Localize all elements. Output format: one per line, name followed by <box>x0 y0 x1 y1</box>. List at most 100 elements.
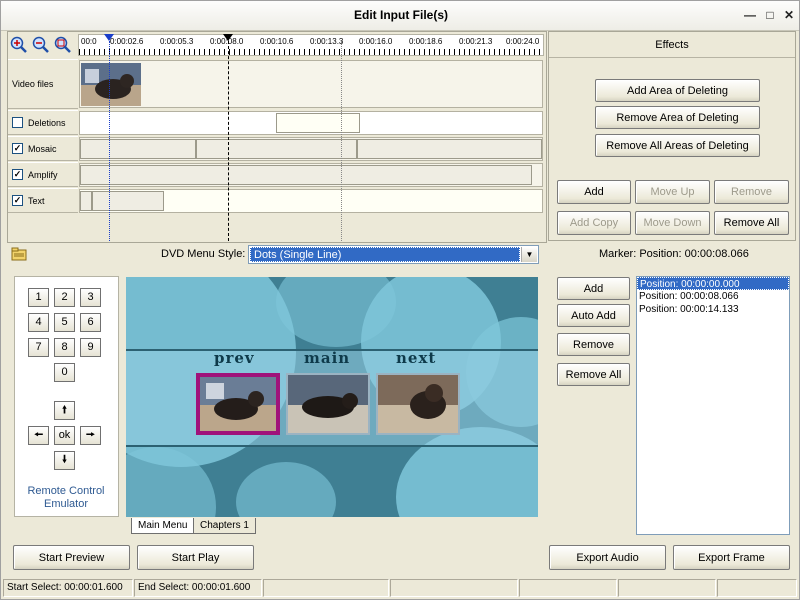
amplify-checkbox[interactable]: ✓ <box>12 169 23 180</box>
tab-chapters-1[interactable]: Chapters 1 <box>193 518 256 534</box>
minimize-icon[interactable]: — <box>743 8 757 22</box>
text-segment[interactable] <box>92 191 164 211</box>
edit-input-window: Edit Input File(s) — □ ✕ 00:0 0:00:02.6 … <box>0 0 800 600</box>
effect-add-button[interactable]: Add <box>557 180 631 204</box>
track-label-text: Text <box>28 195 45 206</box>
dvd-menu-style-value: Dots (Single Line) <box>250 247 520 262</box>
dvd-menu-style-select[interactable]: Dots (Single Line) ▼ <box>248 245 539 264</box>
marker-auto-add-button[interactable]: Auto Add <box>557 304 630 327</box>
status-panel <box>390 579 518 597</box>
track-label-mosaic: ✓ Mosaic <box>8 136 78 161</box>
remote-key-9[interactable]: 9 <box>80 338 101 357</box>
marker-list-item[interactable]: Position: 00:00:08.066 <box>637 290 789 303</box>
menu-prev-button[interactable]: prev <box>214 349 255 367</box>
marker-list[interactable]: Position: 00:00:00.000 Position: 00:00:0… <box>636 276 790 535</box>
marker-position-label: Marker: Position: 00:00:08.066 <box>599 248 749 260</box>
add-copy-button[interactable]: Add Copy <box>557 211 631 235</box>
amplify-segment[interactable] <box>80 165 532 185</box>
mosaic-segment[interactable] <box>80 139 196 159</box>
marker-list-item[interactable]: Position: 00:00:00.000 <box>637 277 789 290</box>
remove-area-button[interactable]: Remove Area of Deleting <box>595 106 760 129</box>
timeline-ruler[interactable]: 00:0 0:00:02.6 0:00:05.3 0:00:08.0 0:00:… <box>78 34 544 56</box>
marker-remove-all-button[interactable]: Remove All <box>557 363 630 386</box>
remote-key-0[interactable]: 0 <box>54 363 75 382</box>
arrow-up-icon[interactable]: 🠙 <box>54 401 75 420</box>
track-label-deletions: Deletions <box>8 110 78 135</box>
deletion-area[interactable] <box>276 113 360 133</box>
mosaic-segment[interactable] <box>196 139 357 159</box>
mosaic-checkbox[interactable]: ✓ <box>12 143 23 154</box>
remote-key-7[interactable]: 7 <box>28 338 49 357</box>
maximize-icon[interactable]: □ <box>763 8 777 22</box>
effects-header: Effects <box>549 32 795 58</box>
remote-control-label: Remote Control Emulator <box>27 485 105 510</box>
text-checkbox[interactable]: ✓ <box>12 195 23 206</box>
add-area-button[interactable]: Add Area of Deleting <box>595 79 760 102</box>
marker-list-item[interactable]: Position: 00:00:14.133 <box>637 303 789 316</box>
text-segment[interactable] <box>80 191 92 211</box>
text-track[interactable] <box>79 189 543 213</box>
track-label-text: Video files <box>12 79 54 89</box>
remote-key-4[interactable]: 4 <box>28 313 49 332</box>
ruler-tick-label: 0:00:24.0 <box>506 37 540 46</box>
ruler-tick-label: 00:0 <box>81 37 97 46</box>
window-title: Edit Input File(s) <box>354 8 448 22</box>
remote-key-3[interactable]: 3 <box>80 288 101 307</box>
zoom-fit-icon[interactable] <box>54 36 72 54</box>
move-up-button[interactable]: Move Up <box>635 180 710 204</box>
start-cursor-line <box>109 41 110 241</box>
position-cursor-line <box>228 41 229 241</box>
ruler-tick-label: 0:00:10.6 <box>260 37 294 46</box>
ruler-tick-label: 0:00:13.3 <box>310 37 344 46</box>
marker-line <box>341 41 342 241</box>
export-frame-button[interactable]: Export Frame <box>673 545 790 570</box>
effect-remove-all-button[interactable]: Remove All <box>714 211 789 235</box>
menu-next-button[interactable]: next <box>396 349 436 367</box>
mosaic-segment[interactable] <box>357 139 542 159</box>
marker-add-button[interactable]: Add <box>557 277 630 300</box>
chapter-thumbnail-3[interactable] <box>376 373 460 435</box>
status-panel <box>717 579 797 597</box>
arrow-right-icon[interactable]: 🠚 <box>80 426 101 445</box>
arrow-left-icon[interactable]: 🠘 <box>28 426 49 445</box>
video-thumbnail[interactable] <box>81 63 141 106</box>
chapter-thumbnail-2[interactable] <box>286 373 370 435</box>
zoom-out-icon[interactable] <box>32 36 50 54</box>
ruler-minor-ticks <box>79 49 543 55</box>
video-track[interactable] <box>79 60 543 108</box>
track-label-text: Amplify <box>28 169 58 180</box>
ruler-tick-label: 0:00:05.3 <box>160 37 194 46</box>
chapter-thumbnail-1[interactable] <box>196 373 280 435</box>
open-folder-icon[interactable] <box>11 247 27 261</box>
status-start-select: Start Select: 00:00:01.600 <box>3 579 133 597</box>
remote-key-8[interactable]: 8 <box>54 338 75 357</box>
marker-remove-button[interactable]: Remove <box>557 333 630 356</box>
chevron-down-icon[interactable]: ▼ <box>521 247 537 262</box>
remove-all-areas-button[interactable]: Remove All Areas of Deleting <box>595 134 760 157</box>
close-icon[interactable]: ✕ <box>782 8 796 22</box>
remote-ok-key[interactable]: ok <box>54 426 75 445</box>
track-label-text: Deletions <box>28 117 66 128</box>
track-label-text-row: ✓ Text <box>8 188 78 213</box>
arrow-down-icon[interactable]: 🠛 <box>54 451 75 470</box>
ruler-tick-label: 0:00:02.6 <box>110 37 144 46</box>
status-panel <box>519 579 617 597</box>
tab-main-menu[interactable]: Main Menu <box>131 518 195 534</box>
menu-main-button[interactable]: main <box>304 349 350 367</box>
start-play-button[interactable]: Start Play <box>137 545 254 570</box>
remote-key-1[interactable]: 1 <box>28 288 49 307</box>
deletions-checkbox[interactable] <box>12 117 23 128</box>
remote-key-2[interactable]: 2 <box>54 288 75 307</box>
ruler-tick-label: 0:00:16.0 <box>359 37 393 46</box>
move-down-button[interactable]: Move Down <box>635 211 710 235</box>
effect-remove-button[interactable]: Remove <box>714 180 789 204</box>
mosaic-track[interactable] <box>79 137 543 161</box>
start-preview-button[interactable]: Start Preview <box>13 545 130 570</box>
amplify-track[interactable] <box>79 163 543 187</box>
zoom-in-icon[interactable] <box>10 36 28 54</box>
remote-key-5[interactable]: 5 <box>54 313 75 332</box>
remote-key-6[interactable]: 6 <box>80 313 101 332</box>
export-audio-button[interactable]: Export Audio <box>549 545 666 570</box>
track-label-text: Mosaic <box>28 143 57 154</box>
deletions-track[interactable] <box>79 111 543 135</box>
